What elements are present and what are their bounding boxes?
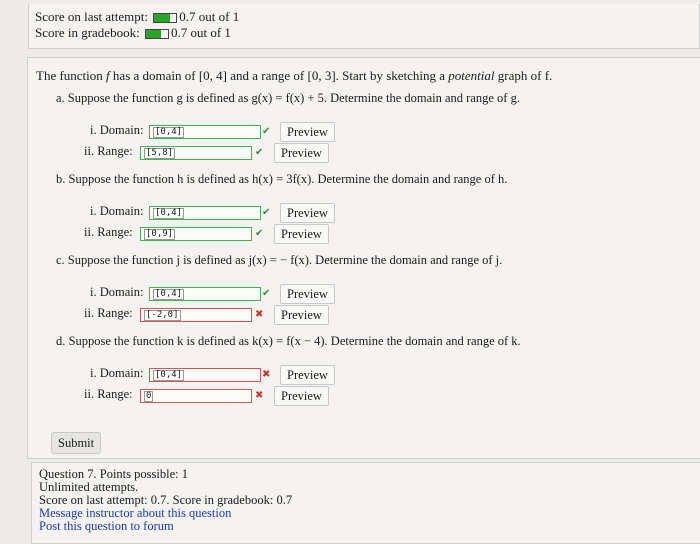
checkmark-icon: ✔ (255, 147, 264, 158)
part-d-prompt: d. Suppose the function k is defined as … (56, 334, 521, 348)
part-c-domain-value: [0,4] (153, 289, 185, 300)
part-c-range-label: ii. Range: (84, 306, 133, 320)
part-a-prompt: a. Suppose the function g is defined as … (56, 91, 520, 105)
post-to-forum-link[interactable]: Post this question to forum (39, 520, 174, 533)
part-b-domain-preview-button[interactable]: Preview (280, 203, 335, 223)
part-d-domain-input[interactable]: [0,4] (149, 368, 261, 382)
part-a-range-label: ii. Range: (84, 144, 133, 158)
last-attempt-progress-fill (154, 14, 170, 23)
question-info: Question 7. Points possible: 1 Unlimited… (31, 462, 700, 544)
part-b-domain-label: i. Domain: (90, 204, 144, 218)
part-d-range-input[interactable]: 0 (140, 389, 252, 403)
submit-button[interactable]: Submit (51, 432, 102, 454)
part-a-range-input[interactable]: [5,8] (140, 146, 252, 160)
part-c-domain-input[interactable]: [0,4] (149, 287, 261, 301)
part-a-range-preview-button[interactable]: Preview (274, 143, 329, 163)
part-a-domain-value: [0,4] (153, 127, 185, 138)
part-d-range-preview-button[interactable]: Preview (274, 386, 329, 406)
part-c-prompt: c. Suppose the function j is defined as … (56, 253, 503, 267)
part-b-prompt: b. Suppose the function h is defined as … (56, 172, 508, 186)
part-a-range-value: [5,8] (144, 148, 176, 159)
last-attempt-value: 0.7 out of 1 (179, 9, 240, 24)
part-b-range-value: [0,9] (144, 229, 176, 240)
question-intro: The function f has a domain of [0, 4] an… (36, 68, 552, 84)
checkmark-icon: ✔ (262, 207, 271, 218)
part-b-domain-input[interactable]: [0,4] (149, 206, 261, 220)
checkmark-icon: ✔ (262, 288, 271, 299)
x-mark-icon: ✖ (255, 390, 264, 401)
checkmark-icon: ✔ (255, 228, 264, 239)
score-summary: Score on last attempt: 0.7 out of 1 Scor… (28, 4, 700, 49)
part-c-domain-preview-button[interactable]: Preview (280, 284, 335, 304)
gradebook-progress-fill (145, 30, 162, 39)
part-c-range-input[interactable]: [-2,0] (140, 308, 252, 322)
gradebook-value: 0.7 out of 1 (170, 25, 231, 40)
last-attempt-progress-bar (153, 13, 178, 24)
intro-mid: has a domain of [0, 4] and a range of [0… (112, 68, 446, 83)
intro-suffix: graph of f. (497, 68, 553, 83)
part-a-domain-preview-button[interactable]: Preview (280, 122, 335, 142)
last-attempt-label: Score on last attempt: (35, 9, 149, 24)
checkmark-icon: ✔ (262, 126, 271, 137)
x-mark-icon: ✖ (262, 369, 271, 380)
last-attempt-score: Score on last attempt: 0.7 out of 1 (35, 10, 239, 24)
part-a-domain-input[interactable]: [0,4] (149, 125, 261, 139)
part-d-domain-label: i. Domain: (90, 366, 144, 380)
gradebook-score: Score in gradebook: 0.7 out of 1 (35, 26, 231, 40)
gradebook-progress-bar (144, 29, 169, 40)
part-d-range-label: ii. Range: (84, 387, 133, 401)
part-c-domain-label: i. Domain: (90, 285, 144, 299)
intro-prefix: The function (36, 68, 103, 83)
x-mark-icon: ✖ (255, 309, 264, 320)
part-d-domain-value: [0,4] (153, 370, 185, 381)
part-c-range-value: [-2,0] (144, 310, 181, 321)
part-c-range-preview-button[interactable]: Preview (274, 305, 329, 325)
gradebook-label: Score in gradebook: (35, 25, 140, 40)
part-d-range-value: 0 (144, 391, 154, 402)
part-a-domain-label: i. Domain: (90, 123, 144, 137)
part-b-range-preview-button[interactable]: Preview (274, 224, 329, 244)
part-b-range-input[interactable]: [0,9] (140, 227, 252, 241)
intro-f: f (106, 68, 110, 83)
part-d-domain-preview-button[interactable]: Preview (280, 365, 335, 385)
part-b-domain-value: [0,4] (153, 208, 185, 219)
intro-potential: potential (448, 68, 495, 83)
part-b-range-label: ii. Range: (84, 225, 133, 239)
question-panel: The function f has a domain of [0, 4] an… (27, 57, 700, 459)
